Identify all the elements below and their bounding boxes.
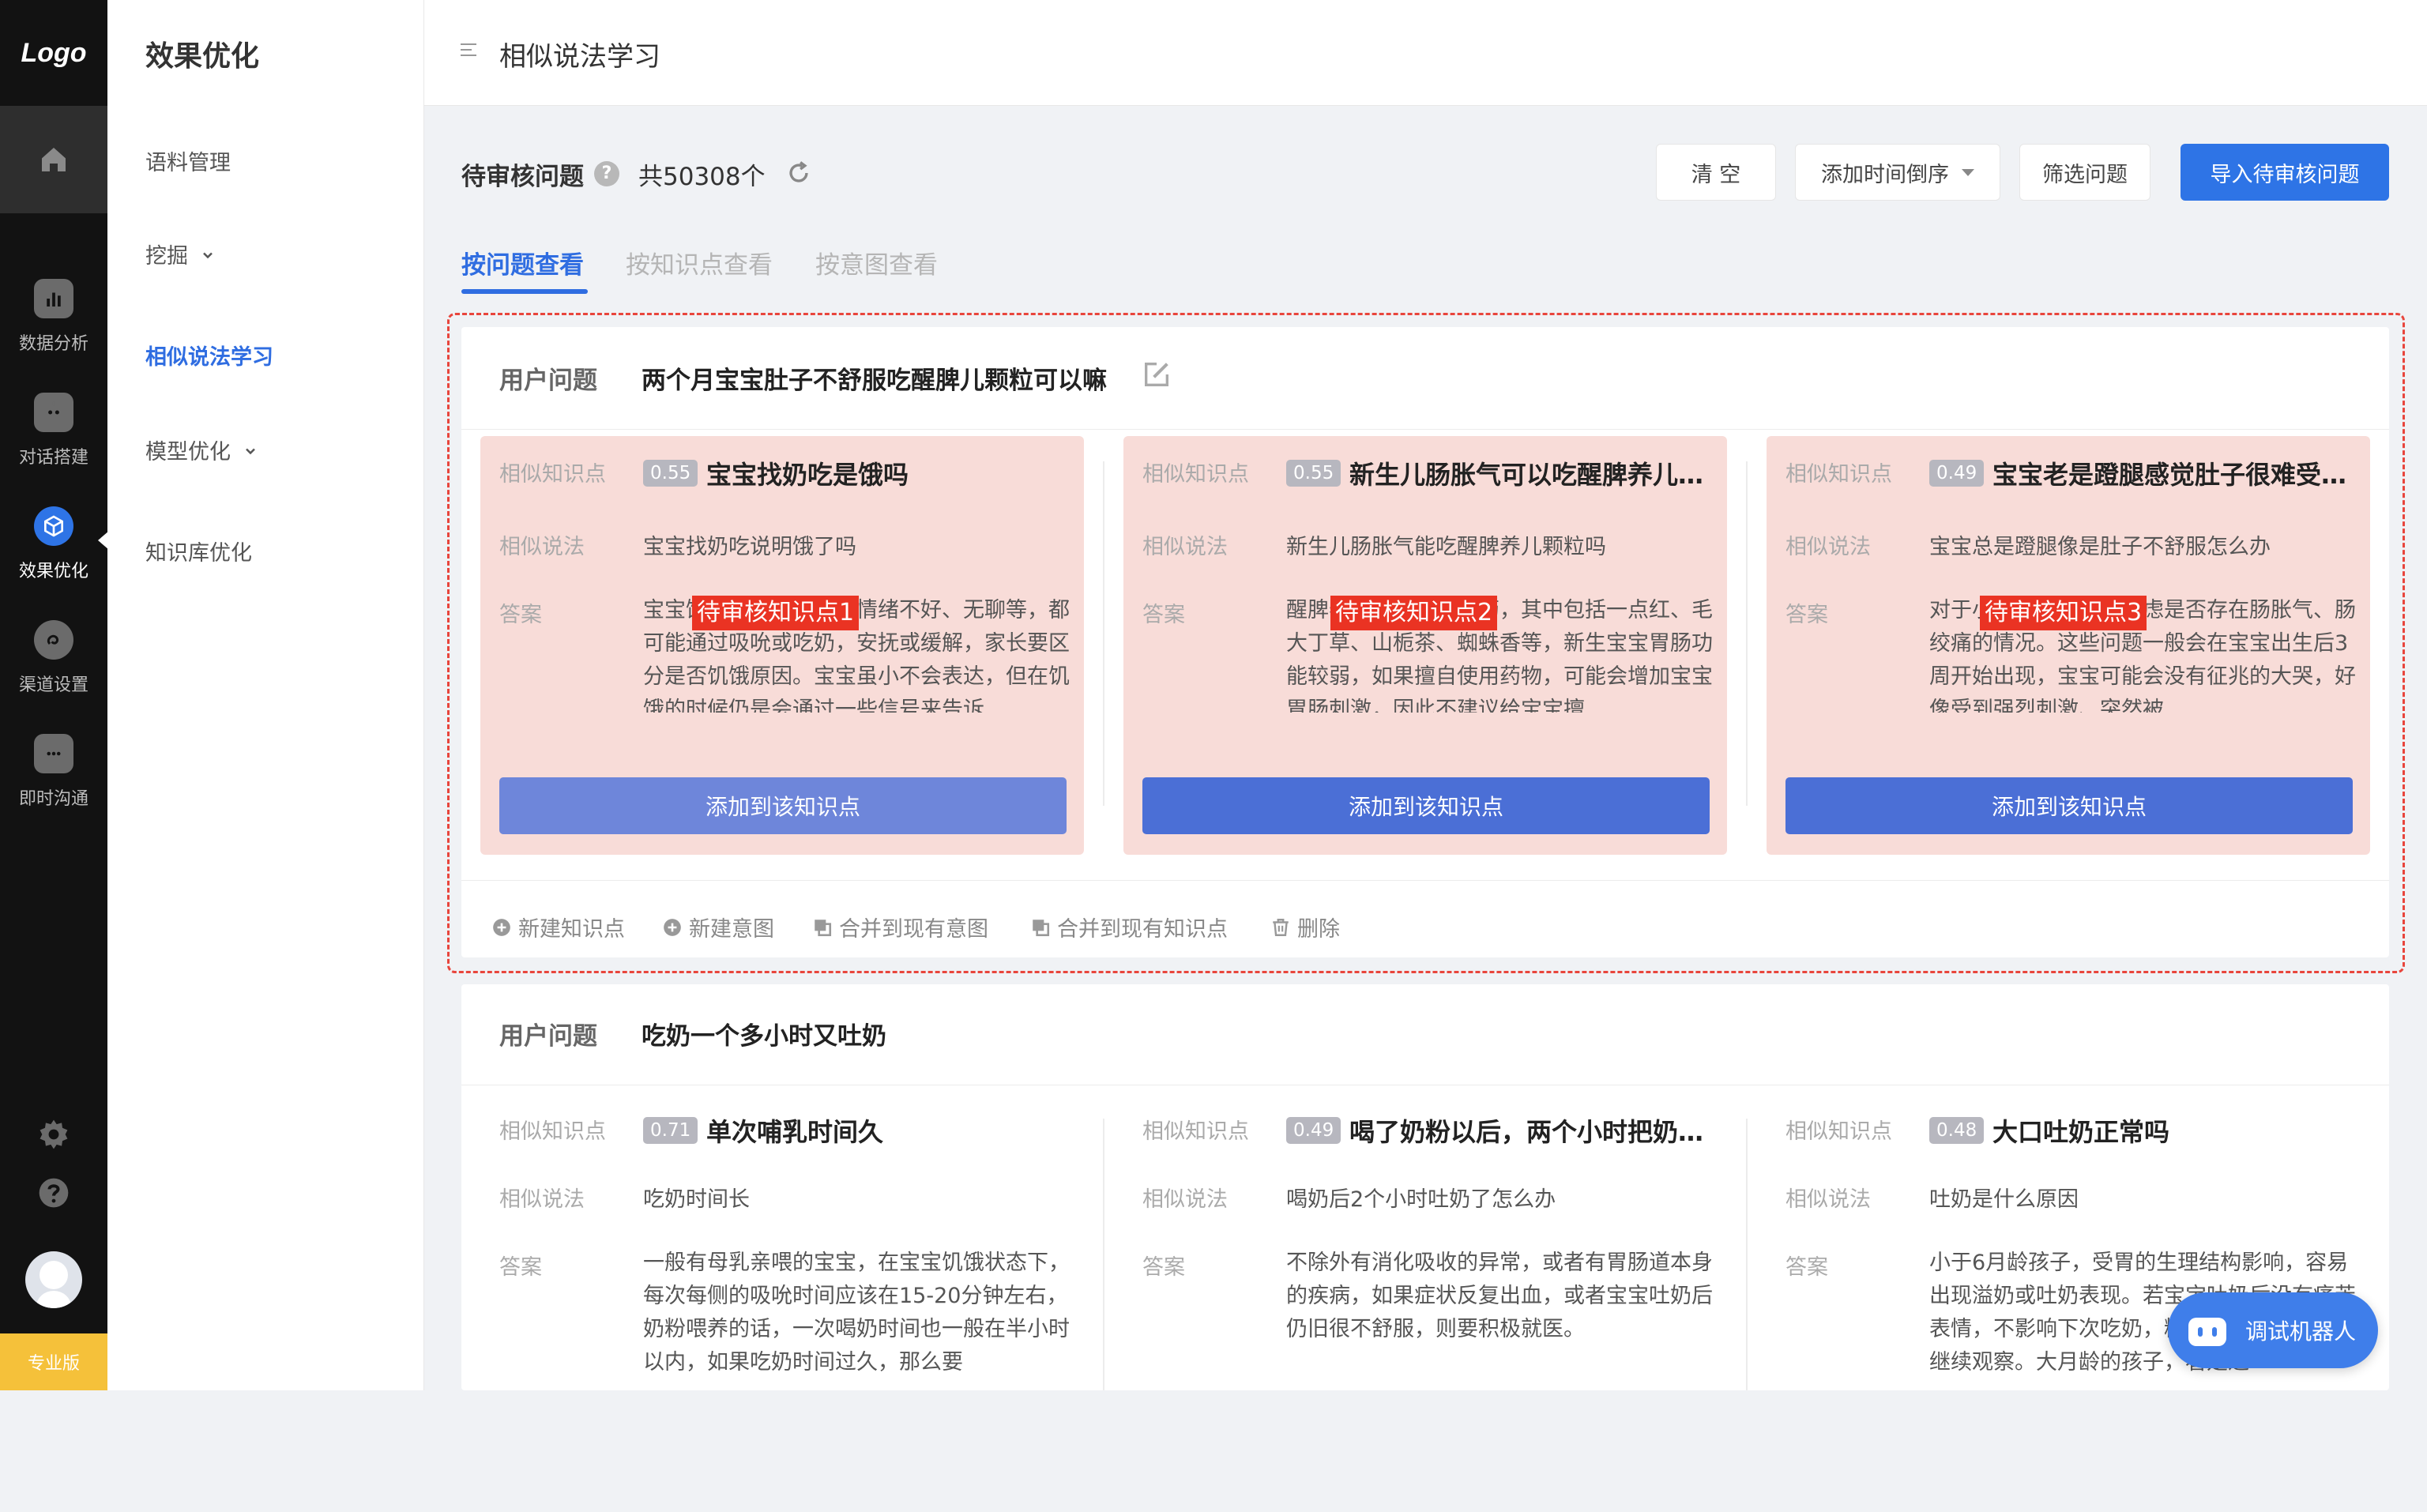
knowledge-title: 单次哺乳时间久 [706, 1117, 884, 1147]
similar-phrase-label: 相似说法 [1785, 1187, 1871, 1212]
tab-by-intent[interactable]: 按意图查看 [815, 245, 938, 280]
chat-icon [34, 734, 73, 773]
clear-button[interactable]: 清 空 [1656, 144, 1776, 201]
avatar[interactable] [25, 1251, 82, 1308]
channel-icon [34, 620, 73, 660]
answer-label: 答案 [1785, 1255, 1828, 1280]
selection-outline [447, 313, 2405, 973]
plan-badge: 专业版 [0, 1333, 107, 1390]
subnav-item-label: 模型优化 [145, 440, 231, 465]
knowledge-title: 大口吐奶正常吗 [1992, 1117, 2170, 1147]
answer-text: 不除外有消化吸收的异常，或者有胃肠道本身的疾病，如果症状反复出血，或者宝宝吐奶后… [1286, 1251, 1713, 1341]
rail-item-chat[interactable]: 即时沟通 [0, 719, 107, 825]
filter-button-label: 筛选问题 [2042, 162, 2128, 187]
rail-item-channel[interactable]: 渠道设置 [0, 605, 107, 711]
rail-item-data-analysis[interactable]: 数据分析 [0, 264, 107, 370]
import-button-label: 导入待审核问题 [2210, 162, 2360, 187]
tab-by-knowledge[interactable]: 按知识点查看 [626, 245, 773, 280]
similar-point-label: 相似知识点 [1785, 1119, 1892, 1144]
review-toolbar: 待审核问题 ? 共50308个 清 空 添加时间倒序 筛选问题 导入待审核问题 [461, 144, 2389, 204]
column-divider [1103, 1119, 1104, 1390]
answer-label: 答案 [1142, 1255, 1185, 1280]
chevron-down-icon [202, 252, 213, 259]
subnav-item-model[interactable]: 模型优化 [145, 434, 258, 465]
menu-icon[interactable] [461, 41, 478, 58]
question-header: 用户问题 吃奶一个多小时又吐奶 [461, 984, 2389, 1085]
debug-bot-button[interactable]: 调试机器人 [2168, 1292, 2378, 1368]
tab-by-question[interactable]: 按问题查看 [461, 245, 584, 280]
sort-select-value: 添加时间倒序 [1821, 162, 1949, 187]
rail-item-dialog-build[interactable]: 对话搭建 [0, 378, 107, 483]
app-rail: Logo 数据分析 对话搭建 效果优化 渠道设置 即时沟通 专业版 [0, 0, 109, 1390]
section-title: 效果优化 [145, 40, 260, 73]
home-button[interactable] [0, 106, 107, 213]
question-icon [39, 1178, 69, 1208]
answer-text: 一般有母乳亲喂的宝宝，在宝宝饥饿状态下，每次每侧的吸吮时间应该在15-20分钟左… [643, 1251, 1070, 1375]
similar-phrase-label: 相似说法 [499, 1187, 585, 1212]
help-icon[interactable]: ? [594, 161, 619, 186]
similar-phrase-label: 相似说法 [1142, 1187, 1228, 1212]
question-card: 用户问题 吃奶一个多小时又吐奶 相似知识点 0.71 单次哺乳时间久 相似说法 … [461, 984, 2389, 1390]
secondary-nav: 效果优化 语料管理 挖掘 相似说法学习 模型优化 知识库优化 [107, 0, 423, 1390]
user-icon [36, 1261, 71, 1308]
chevron-down-icon [245, 448, 255, 455]
filter-button[interactable]: 筛选问题 [2019, 144, 2150, 201]
clear-button-label: 清 空 [1691, 162, 1741, 187]
caret-down-icon [1962, 168, 1974, 176]
candidate-card: 相似知识点 0.49 喝了奶粉以后，两个小时把奶吐了 相似说法 喝奶后2个小时吐… [1123, 1093, 1727, 1512]
debug-bot-label: 调试机器人 [2245, 1318, 2357, 1345]
sort-select[interactable]: 添加时间倒序 [1795, 144, 2000, 201]
cube-icon [34, 506, 73, 546]
similar-phrase-text: 喝奶后2个小时吐奶了怎么办 [1286, 1187, 1556, 1212]
subnav-item-mining[interactable]: 挖掘 [145, 239, 216, 269]
knowledge-title: 喝了奶粉以后，两个小时把奶吐了 [1349, 1117, 1713, 1147]
score-badge: 0.49 [1286, 1117, 1341, 1144]
refresh-icon[interactable] [785, 160, 812, 186]
import-button[interactable]: 导入待审核问题 [2181, 144, 2389, 201]
score-badge: 0.48 [1929, 1117, 1985, 1144]
review-title: 待审核问题 [461, 163, 584, 191]
similar-point-label: 相似知识点 [1142, 1119, 1249, 1144]
candidate-card: 相似知识点 0.71 单次哺乳时间久 相似说法 吃奶时间长 答案 一般有母乳亲喂… [480, 1093, 1084, 1512]
tab-indicator [461, 289, 588, 294]
rail-item-label: 效果优化 [18, 562, 88, 581]
similar-phrase-text: 吐奶是什么原因 [1929, 1187, 2079, 1212]
logo: Logo [21, 37, 87, 68]
divider [423, 0, 424, 1390]
rail-item-effect-optimize[interactable]: 效果优化 [0, 491, 107, 597]
similar-phrase-text: 吃奶时间长 [643, 1187, 750, 1212]
page-title: 相似说法学习 [499, 41, 660, 73]
robot-icon [2188, 1318, 2226, 1346]
subnav-item-similar[interactable]: 相似说法学习 [145, 340, 273, 370]
rail-item-label: 渠道设置 [18, 675, 88, 695]
robot-icon [34, 393, 73, 432]
user-question-text: 吃奶一个多小时又吐奶 [642, 1022, 886, 1051]
subnav-item-label: 挖掘 [145, 244, 188, 269]
settings-button[interactable] [36, 1117, 71, 1155]
help-button[interactable] [36, 1175, 71, 1213]
subnav-item-corpus[interactable]: 语料管理 [145, 145, 231, 176]
rail-item-label: 对话搭建 [18, 448, 88, 468]
answer-label: 答案 [499, 1255, 542, 1280]
page-header: 相似说法学习 [424, 0, 2427, 106]
score-badge: 0.71 [643, 1117, 698, 1144]
gear-icon [40, 1119, 68, 1149]
user-question-label: 用户问题 [499, 1022, 597, 1051]
home-icon [42, 148, 66, 171]
column-divider [1746, 1119, 1748, 1390]
bar-chart-icon [34, 279, 73, 318]
similar-point-label: 相似知识点 [499, 1119, 606, 1144]
rail-item-label: 数据分析 [18, 334, 88, 354]
subnav-item-kb[interactable]: 知识库优化 [145, 536, 252, 566]
rail-item-label: 即时沟通 [18, 789, 88, 809]
question-count: 共50308个 [638, 163, 766, 191]
